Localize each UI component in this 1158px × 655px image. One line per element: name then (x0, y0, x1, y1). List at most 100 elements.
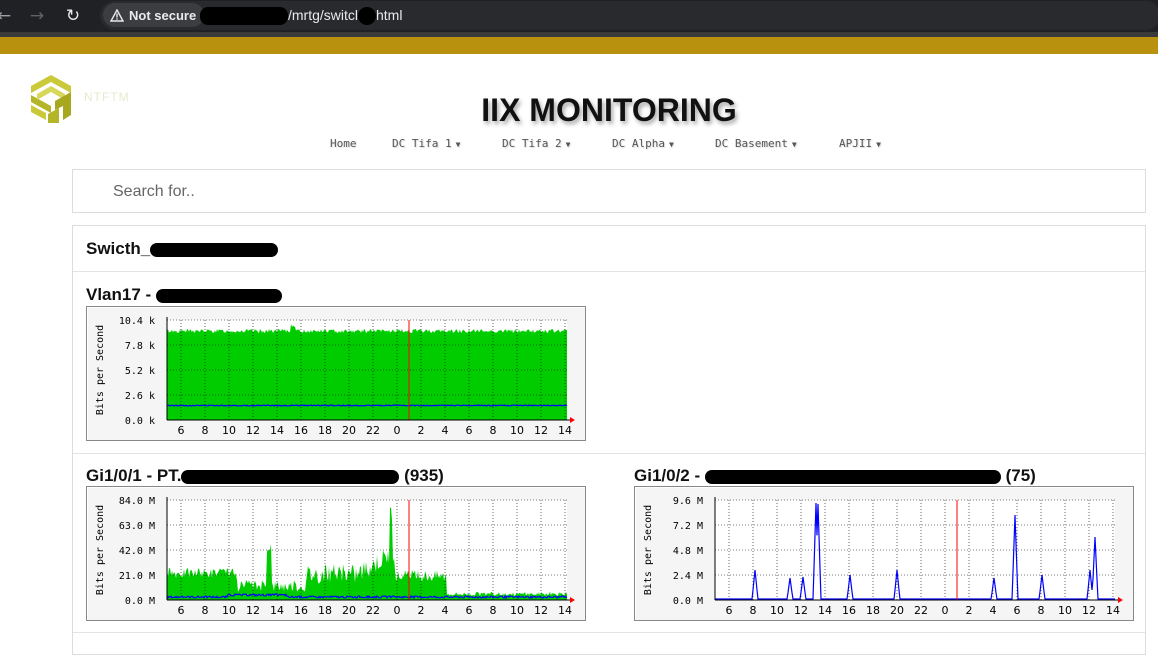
url-path: /mrtg/switcl (288, 7, 358, 23)
menu-label: APJII (839, 137, 873, 150)
menu-item-dc-alpha[interactable]: DC Alpha ▼ (612, 137, 674, 150)
menu-item-dc-tifa-1[interactable]: DC Tifa 1 ▼ (392, 137, 460, 150)
page-title: IIX MONITORING (481, 92, 737, 128)
x-tick-label: 8 (490, 604, 497, 617)
redaction (150, 242, 279, 257)
search-box (72, 169, 1146, 213)
x-tick-label: 20 (342, 604, 356, 617)
graph-title-gi1-0-1: Gi1/0/1 - PT. (935) (86, 466, 444, 486)
y-axis-title: Bits per Second (643, 505, 654, 595)
y-tick-label: 2.6 k (125, 391, 155, 402)
x-tick-label: 8 (1038, 604, 1045, 617)
y-axis-title: Bits per Second (95, 505, 106, 595)
y-tick-label: 7.2 M (673, 521, 703, 532)
x-tick-label: 10 (510, 424, 524, 437)
x-tick-label: 22 (914, 604, 928, 617)
traffic-graph[interactable]: 6 8 10 12 14 16 18 20 22 0 2 4 6 8 10 12 14 0.0 M 21.0 M 42… (86, 486, 586, 621)
x-tick-label: 12 (794, 604, 808, 617)
x-tick-label: 16 (294, 424, 308, 437)
graph-title-suffix: (935) (399, 466, 444, 485)
x-tick-label: 12 (534, 424, 548, 437)
x-tick-label: 10 (510, 604, 524, 617)
search-input[interactable] (113, 181, 1013, 203)
forward-arrow-icon[interactable]: → (25, 4, 49, 28)
x-tick-label: 6 (178, 424, 185, 437)
y-tick-label: 63.0 M (119, 521, 155, 532)
redaction (358, 7, 376, 26)
dropdown-caret-icon: ▼ (455, 140, 461, 149)
menu-label: DC Alpha (612, 137, 665, 150)
row-divider (73, 632, 1145, 633)
x-tick-label: 14 (1106, 604, 1120, 617)
x-tick-label: 0 (942, 604, 949, 617)
x-tick-label: 2 (418, 604, 425, 617)
x-tick-label: 14 (270, 424, 284, 437)
menu-label: DC Tifa 1 (392, 137, 452, 150)
redaction (155, 288, 282, 303)
traffic-graph[interactable]: 6 8 10 12 14 16 18 20 22 0 2 4 6 8 10 12 14 0.0 M 2.4 M 4.8… (634, 486, 1134, 621)
redaction (704, 469, 1001, 484)
axis-arrow-icon (570, 597, 575, 603)
x-tick-label: 10 (770, 604, 784, 617)
browser-toolbar: ← → ↻ Not secure /mrtg/switcl html (0, 0, 1158, 32)
menu-label: DC Tifa 2 (502, 137, 562, 150)
url-text[interactable]: /mrtg/switcl html (200, 7, 402, 26)
x-tick-label: 20 (890, 604, 904, 617)
menu-item-home[interactable]: Home (330, 137, 357, 150)
x-tick-label: 10 (222, 424, 236, 437)
menu-item-dc-basement[interactable]: DC Basement ▼ (715, 137, 797, 150)
redaction (200, 7, 288, 26)
x-tick-label: 12 (1082, 604, 1096, 617)
y-tick-label: 0.0 k (125, 416, 155, 427)
x-tick-label: 16 (842, 604, 856, 617)
x-tick-label: 10 (1058, 604, 1072, 617)
x-tick-label: 4 (442, 424, 449, 437)
dropdown-caret-icon: ▼ (565, 140, 571, 149)
y-tick-label: 84.0 M (119, 496, 155, 507)
traffic-graph-svg: 6 8 10 12 14 16 18 20 22 0 2 4 6 8 10 12 14 0.0 k 2.6 k 5.2… (95, 316, 575, 437)
y-tick-label: 5.2 k (125, 366, 155, 377)
x-tick-label: 0 (394, 604, 401, 617)
x-tick-label: 22 (366, 424, 380, 437)
graph-title-vlan17: Vlan17 - (86, 285, 282, 305)
graph-title-prefix: Gi1/0/2 - (634, 466, 705, 485)
x-tick-label: 20 (342, 424, 356, 437)
y-tick-label: 7.8 k (125, 341, 155, 352)
x-tick-label: 8 (490, 424, 497, 437)
x-tick-label: 12 (534, 604, 548, 617)
x-tick-label: 6 (726, 604, 733, 617)
y-tick-label: 2.4 M (673, 571, 703, 582)
back-arrow-icon[interactable]: ← (0, 4, 16, 28)
reload-icon[interactable]: ↻ (61, 4, 85, 28)
x-tick-label: 12 (246, 424, 260, 437)
x-tick-label: 18 (318, 604, 332, 617)
x-tick-label: 14 (270, 604, 284, 617)
x-tick-label: 6 (466, 424, 473, 437)
security-indicator[interactable]: Not secure (103, 3, 205, 27)
x-tick-label: 8 (202, 424, 209, 437)
x-tick-label: 6 (1014, 604, 1021, 617)
x-tick-label: 14 (818, 604, 832, 617)
dropdown-caret-icon: ▼ (791, 140, 797, 149)
axis-arrow-icon (1118, 597, 1123, 603)
y-tick-label: 0.0 M (125, 596, 155, 607)
x-tick-label: 8 (750, 604, 757, 617)
x-tick-label: 6 (178, 604, 185, 617)
x-tick-label: 14 (558, 604, 572, 617)
x-tick-label: 14 (558, 424, 572, 437)
row-divider (73, 453, 1145, 454)
security-label: Not secure (129, 7, 197, 23)
menu-item-apjii[interactable]: APJII ▼ (839, 137, 881, 150)
x-tick-label: 4 (442, 604, 449, 617)
x-tick-label: 10 (222, 604, 236, 617)
traffic-graph[interactable]: 6 8 10 12 14 16 18 20 22 0 2 4 6 8 10 12 14 0.0 k 2.6 k 5.2… (86, 306, 586, 441)
menu-item-dc-tifa-2[interactable]: DC Tifa 2 ▼ (502, 137, 570, 150)
graph-title-prefix: Gi1/0/1 - PT. (86, 466, 182, 485)
main-menu: Home DC Tifa 1 ▼ DC Tifa 2 ▼ DC Alpha ▼ DC … (0, 137, 1158, 153)
device-panel-header: Swicth_ (73, 226, 1145, 272)
x-tick-label: 6 (466, 604, 473, 617)
x-tick-label: 8 (202, 604, 209, 617)
device-panel: Swicth_ Vlan17 - 6 8 10 12 14 16 18 20 22 0 2 4 6 8 10… (72, 225, 1146, 655)
graph-title-gi1-0-2: Gi1/0/2 - (75) (634, 466, 1036, 486)
redaction (181, 469, 400, 484)
